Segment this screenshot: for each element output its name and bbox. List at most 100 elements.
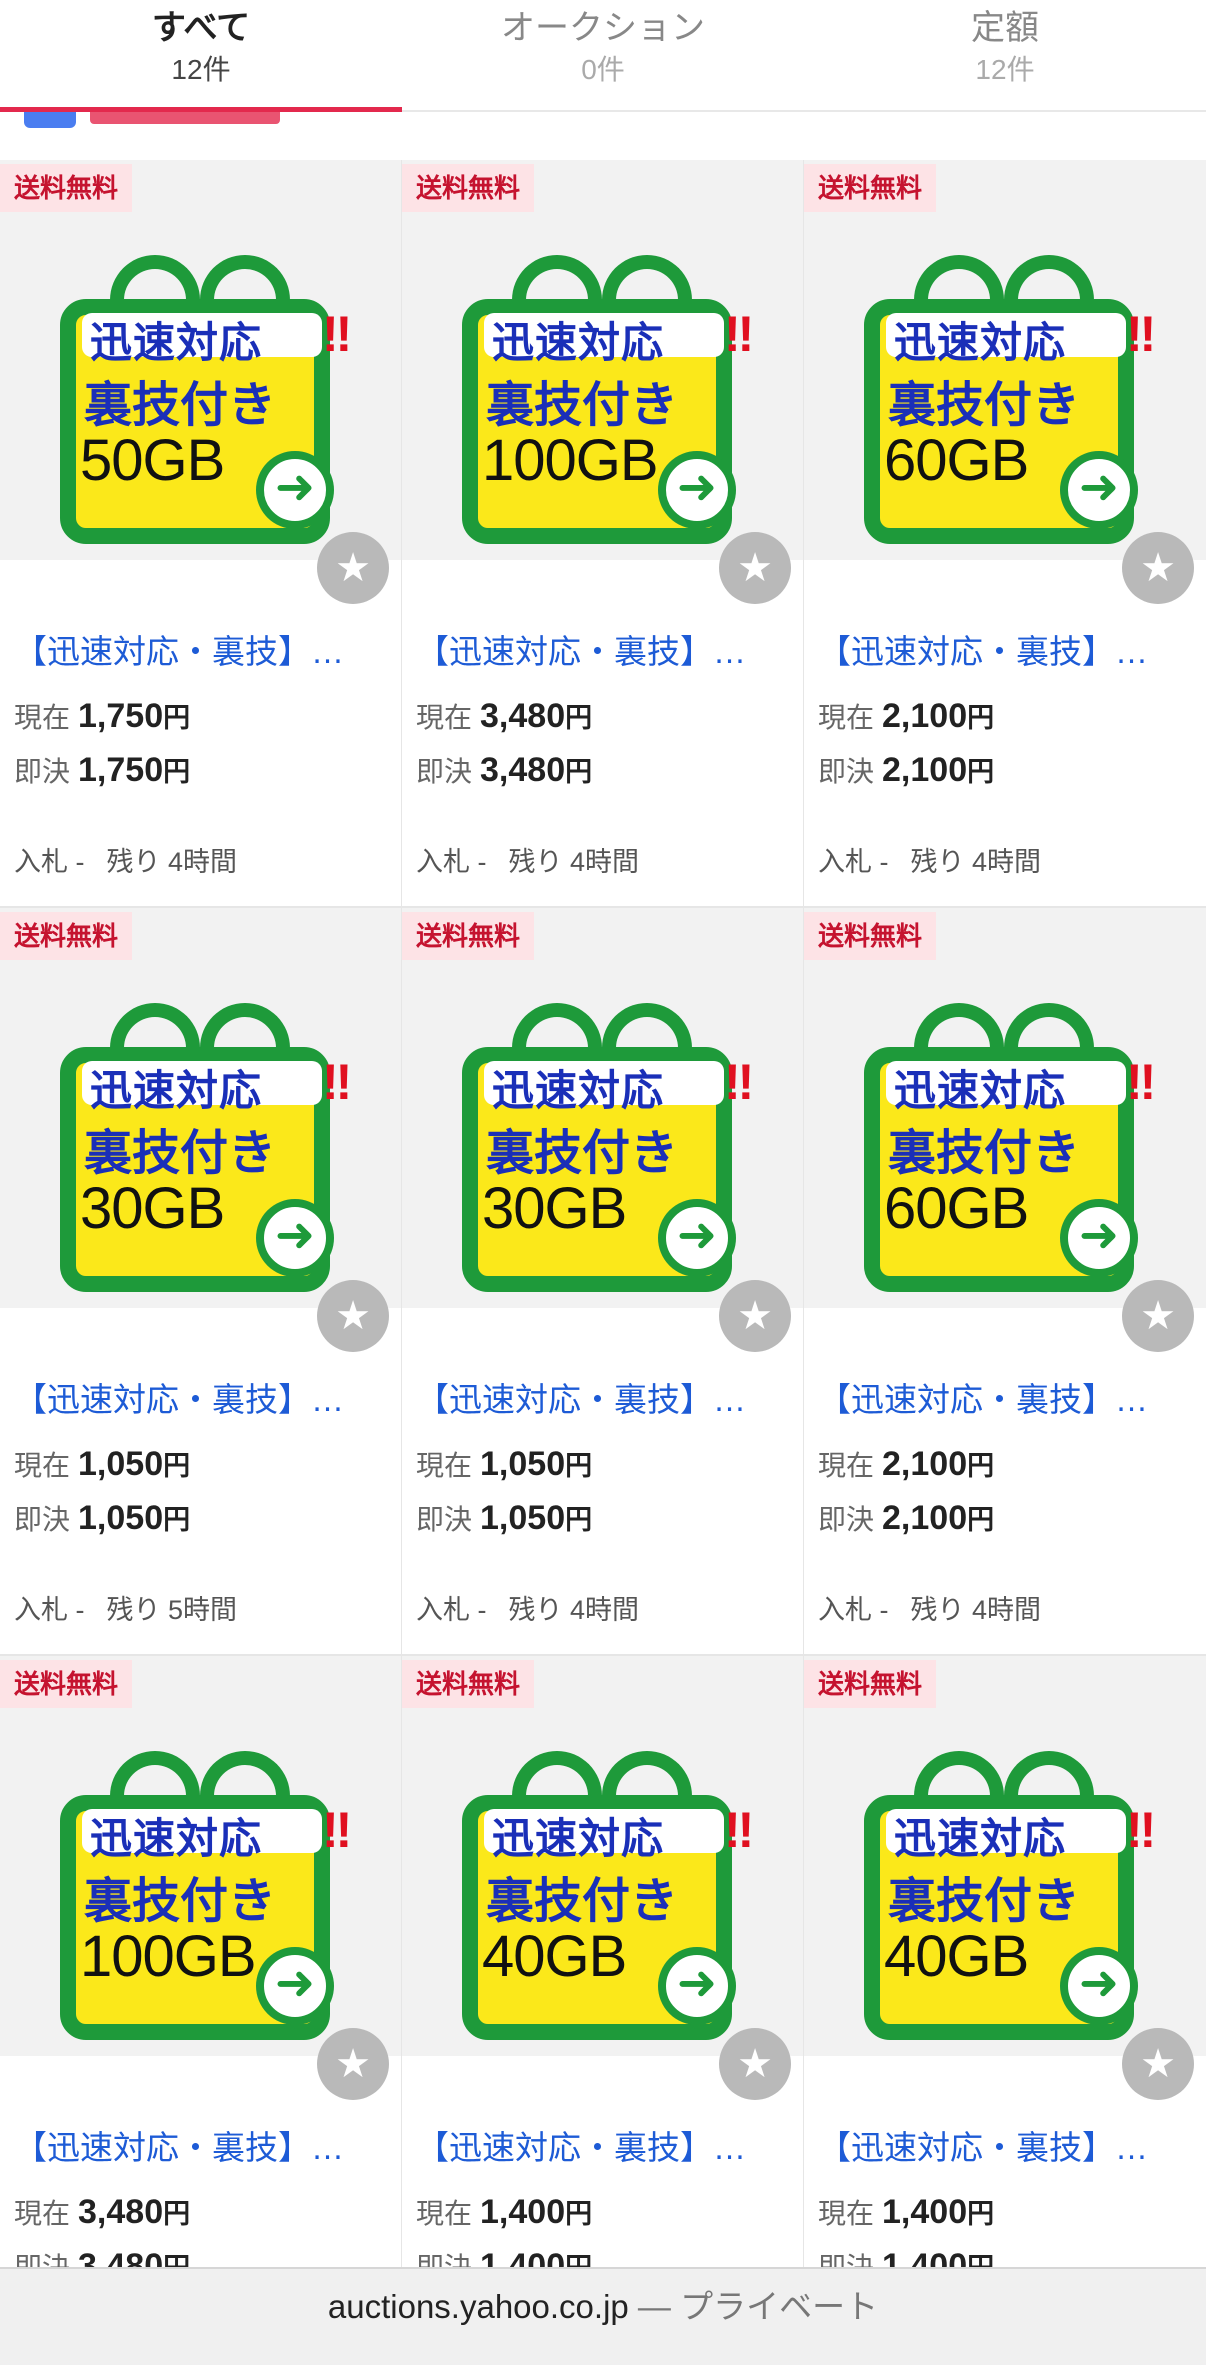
buynow-price-value: 2,100 bbox=[882, 1499, 968, 1537]
exclamation-icon: ‼ bbox=[1126, 1054, 1157, 1110]
gift-text-line1: 迅速対応 bbox=[492, 319, 665, 366]
current-price-label: 現在 bbox=[416, 1450, 473, 1481]
yen-unit: 円 bbox=[565, 1505, 593, 1535]
gift-text-line2: 裏技付き bbox=[888, 379, 1081, 432]
item-card[interactable]: 送料無料 迅速対応 ‼ 裏技付き 40GB ➜ ★ 【迅速対応・裏技】… 現在 1… bbox=[804, 1656, 1206, 2365]
bids-label: 入札 - bbox=[818, 847, 889, 877]
current-price: 現在 3,480円 bbox=[14, 2192, 190, 2232]
item-title-link[interactable]: 【迅速対応・裏技】… bbox=[14, 1373, 394, 1421]
item-card[interactable]: 送料無料 迅速対応 ‼ 裏技付き 100GB ➜ ★ 【迅速対応・裏技】… 現在… bbox=[0, 1656, 401, 2365]
watchlist-star-icon[interactable]: ★ bbox=[719, 1280, 791, 1352]
gift-gb-text: 40GB bbox=[884, 1924, 1029, 1989]
item-thumbnail[interactable]: 送料無料 迅速対応 ‼ 裏技付き 30GB ➜ bbox=[0, 908, 401, 1308]
exclamation-icon: ‼ bbox=[724, 1054, 755, 1110]
gift-text-line2: 裏技付き bbox=[84, 379, 277, 432]
tab-count: 0件 bbox=[581, 54, 625, 85]
item-card[interactable]: 送料無料 迅速対応 ‼ 裏技付き 100GB ➜ ★ 【迅速対応・裏技】… 現在… bbox=[402, 160, 803, 906]
arrow-right-icon: ➜ bbox=[256, 1199, 334, 1277]
bids-label: 入札 - bbox=[14, 1595, 85, 1625]
item-title-link[interactable]: 【迅速対応・裏技】… bbox=[416, 1373, 796, 1421]
current-price-label: 現在 bbox=[416, 2198, 473, 2229]
remaining-label: 残り bbox=[106, 847, 161, 877]
item-title-link[interactable]: 【迅速対応・裏技】… bbox=[416, 625, 796, 673]
gift-text-line1: 迅速対応 bbox=[894, 319, 1067, 366]
bids-label: 入札 - bbox=[416, 1595, 487, 1625]
item-thumbnail[interactable]: 送料無料 迅速対応 ‼ 裏技付き 100GB ➜ bbox=[0, 1656, 401, 2056]
current-price-value: 3,480 bbox=[480, 697, 566, 735]
free-shipping-badge: 送料無料 bbox=[402, 164, 535, 212]
watchlist-star-icon[interactable]: ★ bbox=[317, 2028, 389, 2100]
gift-box-image: 迅速対応 ‼ 裏技付き 40GB ➜ bbox=[462, 1751, 754, 2041]
yen-unit: 円 bbox=[163, 703, 191, 733]
item-card[interactable]: 送料無料 迅速対応 ‼ 裏技付き 50GB ➜ ★ 【迅速対応・裏技】… 現在 1… bbox=[0, 160, 401, 906]
result-tabs: すべて 12件 オークション 0件 定額 12件 bbox=[0, 0, 1206, 112]
filter-strip-partial bbox=[0, 112, 1206, 160]
tab-all[interactable]: すべて 12件 bbox=[0, 0, 402, 112]
buynow-price-value: 1,050 bbox=[480, 1499, 566, 1537]
exclamation-icon: ‼ bbox=[322, 1054, 353, 1110]
item-thumbnail[interactable]: 送料無料 迅速対応 ‼ 裏技付き 60GB ➜ bbox=[804, 160, 1206, 560]
item-card[interactable]: 送料無料 迅速対応 ‼ 裏技付き 60GB ➜ ★ 【迅速対応・裏技】… 現在 2… bbox=[804, 908, 1206, 1654]
item-title-link[interactable]: 【迅速対応・裏技】… bbox=[818, 1373, 1198, 1421]
item-card[interactable]: 送料無料 迅速対応 ‼ 裏技付き 30GB ➜ ★ 【迅速対応・裏技】… 現在 1… bbox=[402, 908, 803, 1654]
tab-fixed-price[interactable]: 定額 12件 bbox=[804, 0, 1206, 110]
item-thumbnail[interactable]: 送料無料 迅速対応 ‼ 裏技付き 30GB ➜ bbox=[402, 908, 803, 1308]
item-title-link[interactable]: 【迅速対応・裏技】… bbox=[818, 2121, 1198, 2169]
current-price-value: 1,050 bbox=[78, 1445, 164, 1483]
url-private-label: — プライベート bbox=[628, 2288, 879, 2325]
item-title-link[interactable]: 【迅速対応・裏技】… bbox=[14, 2121, 394, 2169]
item-thumbnail[interactable]: 送料無料 迅速対応 ‼ 裏技付き 60GB ➜ bbox=[804, 908, 1206, 1308]
watchlist-star-icon[interactable]: ★ bbox=[719, 532, 791, 604]
item-thumbnail[interactable]: 送料無料 迅速対応 ‼ 裏技付き 40GB ➜ bbox=[804, 1656, 1206, 2056]
item-title-link[interactable]: 【迅速対応・裏技】… bbox=[14, 625, 394, 673]
current-price: 現在 3,480円 bbox=[416, 696, 592, 736]
yen-unit: 円 bbox=[967, 757, 995, 787]
current-price: 現在 1,400円 bbox=[818, 2192, 994, 2232]
item-card[interactable]: 送料無料 迅速対応 ‼ 裏技付き 40GB ➜ ★ 【迅速対応・裏技】… 現在 1… bbox=[402, 1656, 803, 2365]
watchlist-star-icon[interactable]: ★ bbox=[317, 1280, 389, 1352]
tab-label: 定額 bbox=[971, 9, 1039, 47]
watchlist-star-icon[interactable]: ★ bbox=[1122, 1280, 1194, 1352]
current-price-value: 1,050 bbox=[480, 1445, 566, 1483]
yen-unit: 円 bbox=[967, 1451, 995, 1481]
watchlist-star-icon[interactable]: ★ bbox=[1122, 532, 1194, 604]
gift-gb-text: 40GB bbox=[482, 1924, 627, 1989]
watchlist-star-icon[interactable]: ★ bbox=[719, 2028, 791, 2100]
current-price-label: 現在 bbox=[818, 1450, 875, 1481]
gift-box-image: 迅速対応 ‼ 裏技付き 100GB ➜ bbox=[60, 1751, 352, 2041]
buynow-price-label: 即決 bbox=[14, 756, 71, 787]
gift-text-line2: 裏技付き bbox=[84, 1127, 277, 1180]
bids-label: 入札 - bbox=[818, 1595, 889, 1625]
item-thumbnail[interactable]: 送料無料 迅速対応 ‼ 裏技付き 40GB ➜ bbox=[402, 1656, 803, 2056]
gift-box-image: 迅速対応 ‼ 裏技付き 30GB ➜ bbox=[462, 1003, 754, 1293]
browser-url-bar[interactable]: auctions.yahoo.co.jp — プライベート bbox=[0, 2267, 1206, 2365]
item-thumbnail[interactable]: 送料無料 迅速対応 ‼ 裏技付き 100GB ➜ bbox=[402, 160, 803, 560]
arrow-right-icon: ➜ bbox=[256, 451, 334, 529]
gift-box-image: 迅速対応 ‼ 裏技付き 50GB ➜ bbox=[60, 255, 352, 545]
watchlist-star-icon[interactable]: ★ bbox=[1122, 2028, 1194, 2100]
buynow-price: 即決 2,100円 bbox=[818, 750, 994, 790]
bid-time-info: 入札 - 残り 4時間 bbox=[416, 1588, 639, 1627]
bid-time-info: 入札 - 残り 4時間 bbox=[818, 1588, 1041, 1627]
remaining-time: 4時間 bbox=[570, 1595, 640, 1625]
bid-time-info: 入札 - 残り 5時間 bbox=[14, 1588, 237, 1627]
item-card[interactable]: 送料無料 迅速対応 ‼ 裏技付き 30GB ➜ ★ 【迅速対応・裏技】… 現在 1… bbox=[0, 908, 401, 1654]
buynow-price-label: 即決 bbox=[416, 1504, 473, 1535]
gift-text-line1: 迅速対応 bbox=[894, 1067, 1067, 1114]
gift-gb-text: 100GB bbox=[482, 428, 659, 493]
free-shipping-badge: 送料無料 bbox=[804, 164, 937, 212]
remaining-label: 残り bbox=[910, 1595, 965, 1625]
item-title-link[interactable]: 【迅速対応・裏技】… bbox=[818, 625, 1198, 673]
free-shipping-badge: 送料無料 bbox=[0, 1660, 133, 1708]
yen-unit: 円 bbox=[163, 2199, 191, 2229]
buynow-price-label: 即決 bbox=[416, 756, 473, 787]
watchlist-star-icon[interactable]: ★ bbox=[317, 532, 389, 604]
yen-unit: 円 bbox=[163, 1451, 191, 1481]
item-title-link[interactable]: 【迅速対応・裏技】… bbox=[416, 2121, 796, 2169]
buynow-price: 即決 2,100円 bbox=[818, 1498, 994, 1538]
tab-auction[interactable]: オークション 0件 bbox=[402, 0, 804, 110]
free-shipping-badge: 送料無料 bbox=[804, 1660, 937, 1708]
item-card[interactable]: 送料無料 迅速対応 ‼ 裏技付き 60GB ➜ ★ 【迅速対応・裏技】… 現在 2… bbox=[804, 160, 1206, 906]
item-thumbnail[interactable]: 送料無料 迅速対応 ‼ 裏技付き 50GB ➜ bbox=[0, 160, 401, 560]
current-price-value: 2,100 bbox=[882, 1445, 968, 1483]
